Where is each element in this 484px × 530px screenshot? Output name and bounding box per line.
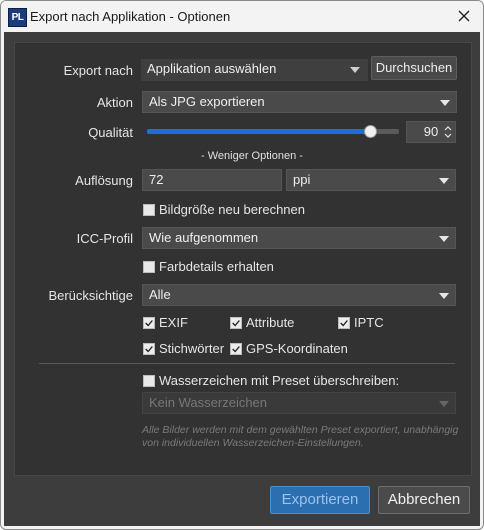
- chevron-down-icon: [439, 178, 449, 184]
- quality-value: 90: [423, 124, 439, 139]
- action-label: Aktion: [96, 95, 133, 110]
- watermark-select[interactable]: Kein Wasserzeichen: [142, 392, 456, 414]
- chevron-down-icon: [440, 100, 450, 106]
- cancel-button[interactable]: Abbrechen: [378, 486, 470, 514]
- color-details-checkbox[interactable]: [143, 261, 155, 273]
- quality-label: Qualität: [88, 125, 133, 140]
- title-bar: PL Export nach Applikation - Optionen: [1, 1, 483, 32]
- watermark-label: Wasserzeichen mit Preset überschreiben:: [159, 373, 400, 388]
- dialog-body: Export nach Applikation auswählen Durchs…: [4, 32, 480, 526]
- color-details-label: Farbdetails erhalten: [159, 259, 274, 274]
- gps-checkbox[interactable]: [230, 343, 242, 355]
- quality-slider-thumb[interactable]: [364, 125, 377, 138]
- gps-label: GPS-Koordinaten: [246, 341, 348, 356]
- resize-checkbox[interactable]: [143, 204, 155, 216]
- quality-stepper[interactable]: 90: [406, 121, 456, 143]
- chevron-down-icon: [350, 67, 360, 73]
- resolution-unit-select[interactable]: ppi: [286, 169, 456, 191]
- export-to-select[interactable]: Applikation auswählen: [141, 59, 368, 81]
- export-to-value: Applikation auswählen: [147, 61, 277, 76]
- resolution-label: Auflösung: [75, 173, 133, 188]
- watermark-note: Alle Bilder werden mit dem gewählten Pre…: [142, 424, 459, 449]
- icc-value: Wie aufgenommen: [149, 230, 259, 245]
- consider-select[interactable]: Alle: [142, 284, 456, 306]
- consider-label: Berücksichtige: [48, 288, 133, 303]
- section-divider: [39, 363, 455, 364]
- dialog-window: PL Export nach Applikation - Optionen Ex…: [0, 0, 484, 530]
- resolution-value: 72: [149, 172, 164, 187]
- attribute-label: Attribute: [246, 315, 295, 330]
- resolution-unit-value: ppi: [293, 172, 311, 187]
- consider-value: Alle: [149, 287, 171, 302]
- resolution-input[interactable]: 72: [142, 169, 282, 191]
- options-panel: Export nach Applikation auswählen Durchs…: [14, 42, 472, 476]
- exif-label: EXIF: [159, 315, 188, 330]
- export-button[interactable]: Exportieren: [270, 486, 370, 514]
- watermark-select-value: Kein Wasserzeichen: [149, 395, 268, 410]
- iptc-label: IPTC: [354, 315, 384, 330]
- icc-select[interactable]: Wie aufgenommen: [142, 227, 456, 249]
- watermark-checkbox[interactable]: [143, 375, 155, 387]
- browse-button[interactable]: Durchsuchen: [371, 56, 457, 80]
- quality-slider-fill: [147, 129, 371, 134]
- window-title: Export nach Applikation - Optionen: [30, 9, 231, 24]
- close-icon[interactable]: [453, 5, 475, 27]
- attribute-checkbox[interactable]: [230, 317, 242, 329]
- exif-checkbox[interactable]: [143, 317, 155, 329]
- iptc-checkbox[interactable]: [338, 317, 350, 329]
- stepper-arrows-icon[interactable]: [444, 125, 452, 139]
- export-to-label: Export nach: [63, 63, 133, 78]
- fewer-options-link[interactable]: - Weniger Optionen -: [201, 150, 303, 162]
- app-logo-icon: PL: [8, 8, 27, 27]
- icc-label: ICC-Profil: [76, 231, 133, 246]
- action-select[interactable]: Als JPG exportieren: [142, 91, 457, 113]
- chevron-down-icon: [439, 401, 449, 407]
- keywords-checkbox[interactable]: [143, 343, 155, 355]
- chevron-down-icon: [439, 293, 449, 299]
- action-value: Als JPG exportieren: [149, 94, 265, 109]
- keywords-label: Stichwörter: [159, 341, 225, 356]
- chevron-down-icon: [439, 236, 449, 242]
- resize-label: Bildgröße neu berechnen: [159, 202, 305, 217]
